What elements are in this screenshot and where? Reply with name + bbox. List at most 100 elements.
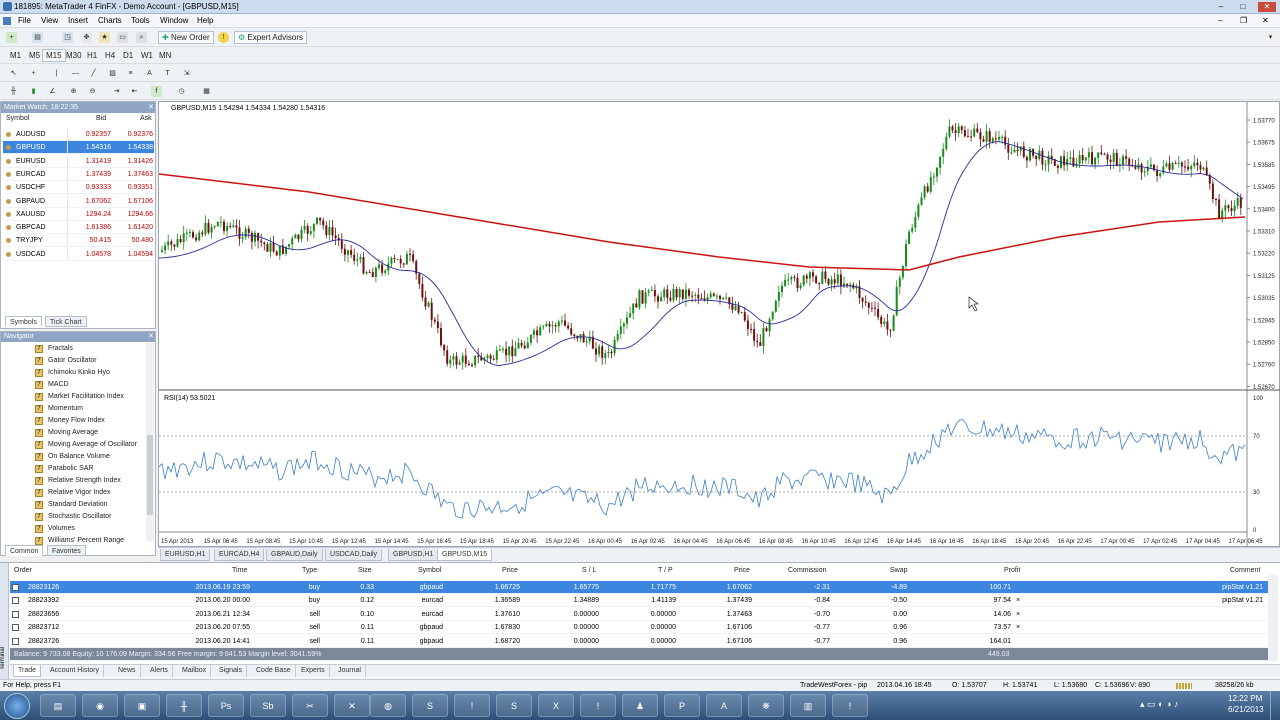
settings-icon[interactable]: ❋ (748, 694, 784, 717)
profiles-icon[interactable]: ▤ (32, 32, 43, 43)
skype-icon-2[interactable]: S (496, 694, 532, 717)
terminal-scrollbar[interactable] (1268, 575, 1278, 661)
periods-icon[interactable]: ◷ (176, 86, 187, 97)
tf-h1[interactable]: H1 (83, 49, 101, 62)
market-watch-row[interactable]: GBPAUD 1.67062 1.67106 (3, 194, 154, 208)
tf-m1[interactable]: M1 (6, 49, 25, 62)
app-icon-2[interactable]: ▣ (124, 694, 160, 717)
column-header[interactable]: Order (14, 567, 32, 574)
terminal-icon[interactable]: ▭ (117, 32, 128, 43)
xsplit-icon[interactable]: ✕ (334, 694, 370, 717)
new-chart-icon[interactable]: + (6, 32, 17, 43)
metatrader-icon-3[interactable]: ! (832, 694, 868, 717)
data-window-icon[interactable]: ✥ (81, 32, 92, 43)
column-header[interactable]: Profit (1004, 567, 1020, 574)
menu-view[interactable]: View (41, 16, 58, 25)
market-watch-row[interactable]: EURCAD 1.37439 1.37463 (3, 167, 154, 181)
crosshair-icon[interactable]: + (28, 68, 39, 79)
col-bid[interactable]: Bid (96, 115, 106, 122)
close-order-icon[interactable]: × (1016, 608, 1020, 621)
market-watch-close-icon[interactable]: ✕ (148, 103, 154, 111)
scroll-thumb[interactable] (147, 435, 153, 515)
column-header[interactable]: Swap (890, 567, 908, 574)
column-header[interactable]: Size (358, 567, 372, 574)
market-watch-row[interactable]: USDCHF 0.93333 0.93351 (3, 181, 154, 195)
app-icon-4[interactable]: ▥ (790, 694, 826, 717)
candlesticks-icon[interactable]: ▮ (28, 86, 39, 97)
terminal-tab[interactable]: Mailbox (178, 665, 212, 677)
horizontal-line-icon[interactable]: — (70, 68, 81, 79)
market-watch-row[interactable]: GBPCAD 1.61386 1.61420 (3, 221, 154, 235)
indicators-icon[interactable]: f (151, 86, 162, 97)
zoom-out-icon[interactable]: ⊖ (87, 86, 98, 97)
close-order-icon[interactable]: × (1016, 594, 1020, 607)
tf-mn[interactable]: MN (155, 49, 175, 62)
tools-icon[interactable]: ✂ (292, 694, 328, 717)
line-chart-icon[interactable]: ∠ (47, 86, 58, 97)
strategy-tester-icon[interactable]: ⌕ (136, 32, 147, 43)
bar-chart-icon[interactable]: ╫ (8, 86, 19, 97)
chart-window[interactable]: 1.53770 1.53675 1.53585 1.53495 1.53400 1.533… (158, 101, 1280, 548)
explorer-icon[interactable]: ▤ (40, 694, 76, 717)
tf-d1[interactable]: D1 (119, 49, 137, 62)
market-watch-row[interactable]: GBPUSD 1.54316 1.54338 (3, 141, 154, 155)
menu-window[interactable]: Window (160, 16, 188, 25)
order-row[interactable]: 28823712 2013.06.20 07:55 sell 0.11 gbpaud 1.… (10, 621, 1268, 635)
terminal-tab[interactable]: Alerts (146, 665, 173, 677)
terminal-tab[interactable]: Journal (334, 665, 366, 677)
col-symbol[interactable]: Symbol (6, 115, 29, 122)
tab-symbols[interactable]: Symbols (5, 316, 42, 327)
menu-tools[interactable]: Tools (131, 16, 150, 25)
tf-w1[interactable]: W1 (137, 49, 157, 62)
tray-icons[interactable]: ▴ ▭ ◐ ◑ ♪ (1140, 699, 1178, 710)
column-header[interactable]: S / L (582, 567, 596, 574)
column-header[interactable]: Comment (1230, 567, 1260, 574)
terminal-tab[interactable]: Account History (46, 665, 105, 677)
excel-icon[interactable]: X (538, 694, 574, 717)
terminal-tab[interactable]: Trade (13, 665, 42, 677)
tab-tick-chart[interactable]: Tick Chart (45, 316, 87, 327)
column-header[interactable]: Type (302, 567, 317, 574)
minimize-button[interactable]: ‒ (1214, 2, 1228, 12)
column-header[interactable]: Price (502, 567, 518, 574)
doc-restore-button[interactable]: ❐ (1240, 16, 1247, 25)
menu-charts[interactable]: Charts (98, 16, 122, 25)
photoshop-icon[interactable]: Ps (208, 694, 244, 717)
order-row[interactable]: 28823392 2013.06.20 00:00 buy 0.12 eurcad 1.3… (10, 594, 1268, 608)
tab-common[interactable]: Common (5, 545, 44, 556)
autoscroll-icon[interactable]: ⇥ (111, 86, 122, 97)
order-row[interactable]: 28823726 2013.06.20 14:41 sell 0.11 gbpaud 1.… (10, 635, 1268, 648)
doc-minimize-button[interactable]: ‒ (1218, 16, 1222, 25)
pdf-icon[interactable]: A (706, 694, 742, 717)
price-chart[interactable]: 1.53770 1.53675 1.53585 1.53495 1.53400 1.533… (158, 102, 1280, 548)
zoom-in-icon[interactable]: ⊕ (68, 86, 79, 97)
chart-tab[interactable]: GBPUSD,M15 (437, 549, 493, 561)
powerpoint-icon[interactable]: P (664, 694, 700, 717)
market-watch-row[interactable]: AUDUSD 0.92357 0.92376 (3, 128, 154, 141)
menu-insert[interactable]: Insert (68, 16, 88, 25)
arrows-icon[interactable]: ⇲ (181, 68, 192, 79)
app-icon-1[interactable]: ◉ (82, 694, 118, 717)
terminal-tab[interactable]: Code Base (252, 665, 296, 677)
column-header[interactable]: Price (734, 567, 750, 574)
close-button[interactable]: ✕ (1258, 2, 1276, 12)
doc-close-button[interactable]: ✕ (1262, 16, 1269, 25)
vertical-line-icon[interactable]: | (51, 68, 62, 79)
expert-advisors-button[interactable]: ⚙ Expert Advisors (234, 31, 307, 44)
order-row[interactable]: 28823656 2013.06.21 12:34 sell 0.10 eurcad 1.… (10, 608, 1268, 621)
chart-tab[interactable]: EURUSD,H1 (160, 549, 211, 561)
terminal-tab[interactable]: News (114, 665, 141, 677)
menu-help[interactable]: Help (197, 16, 213, 25)
terminal-tab[interactable]: Experts (297, 665, 330, 677)
start-button[interactable] (4, 693, 30, 719)
toolbar-menu-icon[interactable]: ▾ (1265, 32, 1276, 43)
column-header[interactable]: Commission (788, 567, 827, 574)
app-icon-3[interactable]: ♟ (622, 694, 658, 717)
templates-icon[interactable]: ▦ (201, 86, 212, 97)
show-desktop-button[interactable] (1270, 691, 1280, 720)
skype-icon[interactable]: S (412, 694, 448, 717)
metatrader-icon[interactable]: ! (454, 694, 490, 717)
cursor-icon[interactable]: ↖ (8, 68, 19, 79)
chart-tab[interactable]: EURCAD,H4 (214, 549, 265, 561)
firefox-icon[interactable]: ◍ (370, 694, 406, 717)
